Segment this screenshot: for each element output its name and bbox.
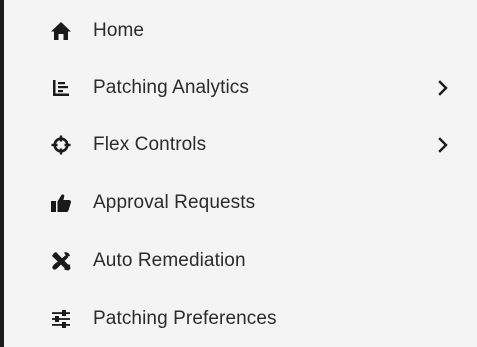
sliders-icon: [50, 308, 72, 330]
chevron-right-icon[interactable]: [436, 79, 450, 97]
sidebar-item-label: Home: [93, 20, 145, 41]
sidebar-menu-panel: Home Patching Analytics Flex Controls Ap…: [0, 0, 477, 347]
sidebar-item-patching-analytics[interactable]: Patching Analytics: [4, 59, 477, 117]
home-icon: [50, 20, 72, 42]
thumbs-up-icon: [50, 192, 72, 214]
sidebar-item-label: Patching Preferences: [93, 308, 277, 329]
sidebar-item-label: Flex Controls: [93, 134, 207, 155]
chevron-right-icon[interactable]: [436, 136, 450, 154]
sidebar-item-home[interactable]: Home: [4, 2, 477, 60]
sidebar-item-auto-remediation[interactable]: Auto Remediation: [4, 232, 477, 290]
sidebar-item-label: Approval Requests: [93, 192, 256, 213]
sidebar-item-flex-controls[interactable]: Flex Controls: [4, 116, 477, 174]
sidebar-item-approval-requests[interactable]: Approval Requests: [4, 174, 477, 232]
analytics-chart-icon: [50, 77, 72, 99]
sidebar-menu: Home Patching Analytics Flex Controls Ap…: [4, 0, 477, 347]
crosshair-icon: [50, 134, 72, 156]
sidebar-item-label: Patching Analytics: [93, 77, 249, 98]
sidebar-item-patching-preferences[interactable]: Patching Preferences: [4, 290, 477, 347]
wrench-screwdriver-icon: [50, 250, 72, 272]
sidebar-item-label: Auto Remediation: [93, 250, 246, 271]
